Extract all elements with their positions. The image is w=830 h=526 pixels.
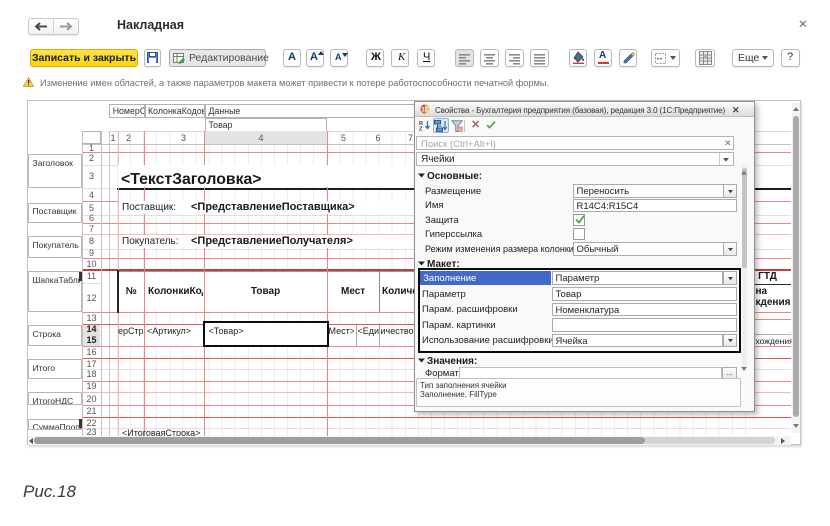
svg-text:1C: 1C [421,107,429,113]
svg-text:Z: Z [419,127,423,132]
